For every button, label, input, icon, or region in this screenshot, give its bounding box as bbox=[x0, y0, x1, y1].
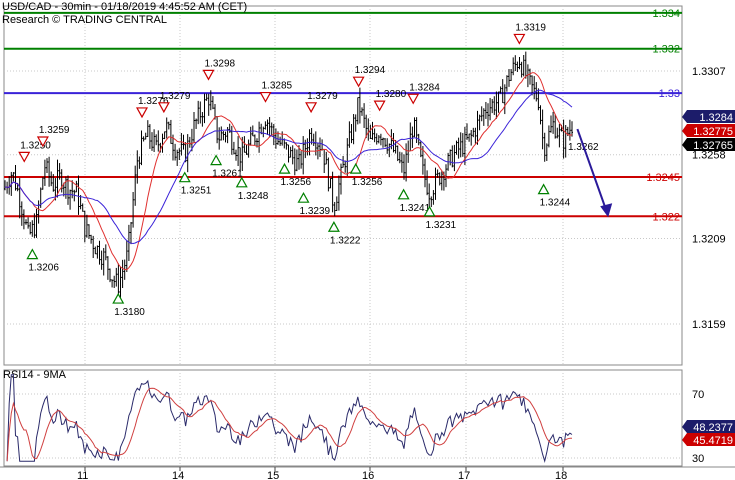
swing-high-label: 1.3285 bbox=[262, 81, 293, 92]
swing-low-marker bbox=[537, 183, 550, 195]
swing-low-label: 1.3256 bbox=[281, 177, 312, 188]
swing-low-marker bbox=[112, 292, 125, 304]
swing-high-marker bbox=[373, 100, 386, 112]
swing-high-marker bbox=[18, 151, 31, 163]
x-tick-label: 17 bbox=[458, 470, 470, 480]
swing-high-label: 1.3279 bbox=[160, 91, 191, 102]
swing-high-marker bbox=[513, 33, 526, 45]
swing-low-label: 1.3180 bbox=[114, 307, 145, 318]
swing-low-marker bbox=[278, 162, 291, 174]
swing-high-marker bbox=[259, 91, 272, 103]
x-tick-label: 15 bbox=[267, 470, 279, 480]
x-tick-label: 11 bbox=[77, 470, 88, 480]
swing-high-marker bbox=[157, 102, 170, 114]
swing-low-marker bbox=[349, 162, 362, 174]
swing-high-label: 1.3279 bbox=[307, 91, 338, 102]
price-tag-label: 1.32765 bbox=[693, 140, 733, 152]
y-tick-label: 1.3307 bbox=[692, 66, 726, 78]
swing-low-label: 1.3251 bbox=[181, 186, 212, 197]
swing-low-label: 1.3256 bbox=[352, 177, 383, 188]
chart-window: 11 14 15 16 17 18 1.3307 1.3258 1.3209 1.3159 1.33… bbox=[0, 0, 735, 480]
swing-low-marker bbox=[210, 154, 223, 166]
rsi-line bbox=[6, 374, 573, 464]
y-tick-label: 1.3159 bbox=[692, 319, 726, 331]
swing-low-label: 1.3239 bbox=[300, 206, 331, 217]
rsi-tick-label: 70 bbox=[692, 389, 704, 401]
swing-high-marker bbox=[305, 102, 318, 114]
key-level-label: 1.3245 bbox=[646, 172, 680, 184]
key-level-label: 1.334 bbox=[652, 8, 680, 20]
swing-low-label: 1.3222 bbox=[330, 235, 361, 246]
swing-high-marker bbox=[352, 76, 365, 88]
chart-title: USD/CAD - 30min - 01/18/2019 4:45:52 AM … bbox=[2, 1, 248, 13]
key-level-label: 1.33 bbox=[659, 88, 680, 100]
swing-high-label: 1.3250 bbox=[20, 140, 51, 151]
usdcad-chart: 11 14 15 16 17 181.33071.32581.32091.31591.33… bbox=[0, 5, 735, 480]
swing-high-marker bbox=[135, 107, 149, 119]
price-tag-pointer bbox=[682, 138, 687, 151]
swing-high-label: 1.3294 bbox=[355, 65, 386, 76]
rsi-tag-pointer bbox=[682, 420, 687, 433]
price-tag-pointer bbox=[682, 110, 687, 123]
swing-low-marker bbox=[297, 191, 310, 203]
rsi-tag-pointer bbox=[682, 433, 687, 446]
key-level-label: 1.322 bbox=[652, 211, 680, 223]
price-panel-frame bbox=[3, 5, 683, 366]
forecast-arrowhead bbox=[600, 203, 613, 218]
rsi-tag-label: 45.4719 bbox=[693, 435, 733, 447]
x-tick-label: 14 bbox=[172, 470, 184, 480]
swing-low-marker bbox=[397, 188, 410, 200]
swing-high-label: 1.3298 bbox=[205, 58, 236, 69]
swing-high-label: 1.3280 bbox=[376, 89, 407, 100]
rsi-panel-frame bbox=[3, 369, 683, 467]
x-tick-label: 16 bbox=[362, 470, 374, 480]
swing-low-label: 1.3244 bbox=[540, 198, 571, 209]
swing-high-marker bbox=[407, 93, 420, 105]
rsi-ma-line bbox=[6, 387, 572, 462]
chart-credit: Research © TRADING CENTRAL bbox=[2, 14, 167, 26]
swing-high-label: 1.3319 bbox=[515, 22, 546, 33]
price-tag-label: 1.3284 bbox=[699, 112, 733, 124]
y-tick-label: 1.3209 bbox=[692, 233, 726, 245]
swing-low-label: 1.3231 bbox=[426, 220, 457, 231]
swing-low-label: 1.3206 bbox=[28, 263, 59, 274]
x-tick-label: 18 bbox=[555, 470, 567, 480]
swing-low-marker bbox=[26, 248, 39, 260]
key-level-label: 1.332 bbox=[652, 44, 680, 56]
swing-high-label: 1.3259 bbox=[39, 125, 70, 136]
swing-high-label: 1.3284 bbox=[409, 82, 440, 93]
swing-low-label: 1.3261 bbox=[212, 169, 243, 180]
swing-high-marker bbox=[202, 69, 215, 81]
price-tag-label: 1.32775 bbox=[693, 126, 733, 138]
rsi-tag-label: 48.2377 bbox=[693, 422, 733, 434]
rsi-tick-label: 30 bbox=[692, 453, 704, 465]
swing-low-label: 1.3248 bbox=[238, 191, 269, 202]
moving-average-slow bbox=[4, 89, 573, 245]
price-tag-pointer bbox=[682, 124, 687, 137]
swing-low-marker bbox=[327, 221, 340, 232]
